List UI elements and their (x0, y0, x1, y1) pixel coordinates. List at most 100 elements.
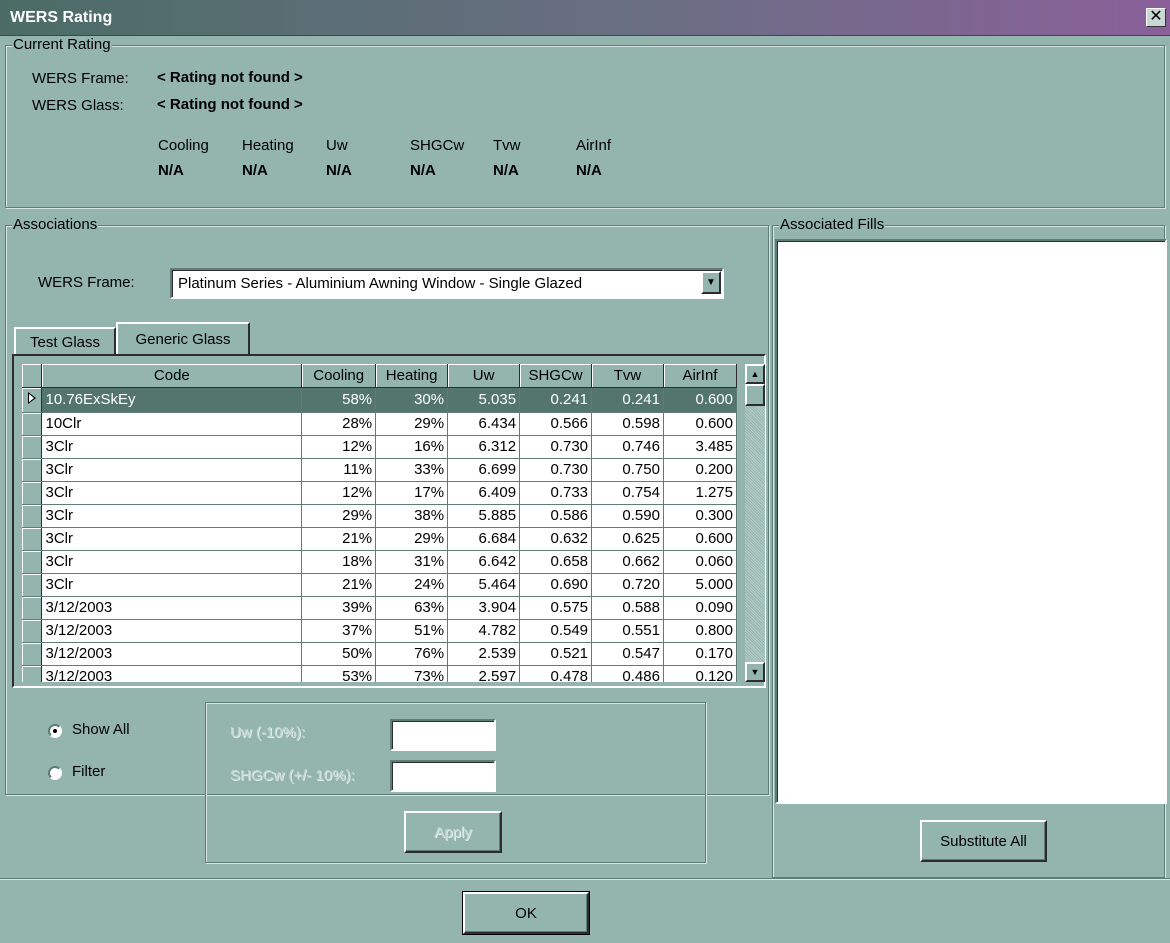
show-all-radio[interactable] (48, 724, 62, 738)
cell-airinf[interactable]: 0.060 (663, 550, 737, 574)
cell-cooling[interactable]: 29% (301, 504, 377, 528)
column-header-heating[interactable]: Heating (375, 364, 449, 388)
close-button[interactable]: ✕ (1146, 8, 1166, 27)
uw-filter-input[interactable] (390, 719, 496, 751)
cell-tvw[interactable]: 0.662 (591, 550, 664, 574)
cell-heating[interactable]: 51% (375, 619, 449, 643)
row-indicator[interactable] (22, 550, 43, 574)
column-header-code[interactable]: Code (41, 364, 303, 388)
shgc-filter-input[interactable] (390, 760, 496, 792)
cell-uw[interactable]: 6.409 (447, 481, 521, 505)
cell-airinf[interactable]: 1.275 (663, 481, 737, 505)
cell-shgcw[interactable]: 0.478 (519, 665, 593, 682)
apply-button[interactable]: Apply (404, 811, 502, 853)
cell-code[interactable]: 3Clr (41, 550, 303, 574)
cell-shgcw[interactable]: 0.632 (519, 527, 593, 551)
cell-heating[interactable]: 63% (375, 596, 449, 620)
table-row[interactable]: 10.76ExSkEy 58% 30% 5.035 0.241 0.241 0.600 (22, 387, 737, 413)
cell-airinf[interactable]: 5.000 (663, 573, 737, 597)
cell-tvw[interactable]: 0.750 (591, 458, 664, 482)
row-indicator[interactable] (22, 412, 43, 436)
cell-code[interactable]: 3/12/2003 (41, 619, 303, 643)
cell-code[interactable]: 3Clr (41, 435, 303, 459)
cell-tvw[interactable]: 0.241 (591, 387, 664, 413)
cell-shgcw[interactable]: 0.658 (519, 550, 593, 574)
cell-tvw[interactable]: 0.547 (591, 642, 664, 666)
cell-uw[interactable]: 3.904 (447, 596, 521, 620)
cell-shgcw[interactable]: 0.521 (519, 642, 593, 666)
cell-code[interactable]: 10.76ExSkEy (41, 387, 303, 413)
cell-uw[interactable]: 5.885 (447, 504, 521, 528)
cell-shgcw[interactable]: 0.733 (519, 481, 593, 505)
table-row[interactable]: 3Clr 29% 38% 5.885 0.586 0.590 0.300 (22, 504, 737, 528)
cell-heating[interactable]: 24% (375, 573, 449, 597)
row-indicator[interactable] (22, 619, 43, 643)
cell-airinf[interactable]: 0.200 (663, 458, 737, 482)
cell-cooling[interactable]: 37% (301, 619, 377, 643)
cell-uw[interactable]: 6.642 (447, 550, 521, 574)
cell-shgcw[interactable]: 0.730 (519, 435, 593, 459)
cell-cooling[interactable]: 11% (301, 458, 377, 482)
cell-uw[interactable]: 5.035 (447, 387, 521, 413)
dropdown-arrow-button[interactable]: ▼ (701, 271, 721, 294)
cell-heating[interactable]: 33% (375, 458, 449, 482)
cell-code[interactable]: 3/12/2003 (41, 665, 303, 682)
show-all-label[interactable]: Show All (72, 721, 130, 738)
cell-heating[interactable]: 38% (375, 504, 449, 528)
column-header-uw[interactable]: Uw (447, 364, 521, 388)
cell-cooling[interactable]: 12% (301, 435, 377, 459)
cell-code[interactable]: 3Clr (41, 573, 303, 597)
cell-airinf[interactable]: 0.600 (663, 412, 737, 436)
cell-shgcw[interactable]: 0.241 (519, 387, 593, 413)
cell-cooling[interactable]: 39% (301, 596, 377, 620)
cell-code[interactable]: 3/12/2003 (41, 642, 303, 666)
cell-heating[interactable]: 29% (375, 527, 449, 551)
row-indicator[interactable] (22, 665, 43, 682)
cell-airinf[interactable]: 0.170 (663, 642, 737, 666)
scroll-down-button[interactable]: ▼ (745, 662, 765, 682)
cell-airinf[interactable]: 0.600 (663, 387, 737, 413)
cell-shgcw[interactable]: 0.549 (519, 619, 593, 643)
cell-cooling[interactable]: 21% (301, 573, 377, 597)
cell-cooling[interactable]: 18% (301, 550, 377, 574)
cell-code[interactable]: 3Clr (41, 481, 303, 505)
cell-heating[interactable]: 29% (375, 412, 449, 436)
cell-tvw[interactable]: 0.590 (591, 504, 664, 528)
cell-cooling[interactable]: 21% (301, 527, 377, 551)
cell-shgcw[interactable]: 0.566 (519, 412, 593, 436)
cell-code[interactable]: 3/12/2003 (41, 596, 303, 620)
cell-cooling[interactable]: 50% (301, 642, 377, 666)
cell-code[interactable]: 3Clr (41, 527, 303, 551)
cell-airinf[interactable]: 0.120 (663, 665, 737, 682)
cell-code[interactable]: 3Clr (41, 504, 303, 528)
column-header-shgcw[interactable]: SHGCw (519, 364, 593, 388)
filter-label[interactable]: Filter (72, 763, 105, 780)
tab-test-glass[interactable]: Test Glass (14, 327, 116, 356)
row-indicator[interactable] (22, 573, 43, 597)
row-indicator[interactable] (22, 458, 43, 482)
column-header-cooling[interactable]: Cooling (301, 364, 377, 388)
row-indicator[interactable] (22, 435, 43, 459)
table-row[interactable]: 3Clr 21% 24% 5.464 0.690 0.720 5.000 (22, 573, 737, 597)
cell-tvw[interactable]: 0.720 (591, 573, 664, 597)
cell-shgcw[interactable]: 0.730 (519, 458, 593, 482)
cell-tvw[interactable]: 0.486 (591, 665, 664, 682)
cell-tvw[interactable]: 0.598 (591, 412, 664, 436)
cell-airinf[interactable]: 0.800 (663, 619, 737, 643)
scroll-thumb[interactable] (745, 384, 765, 406)
table-row[interactable]: 3Clr 12% 17% 6.409 0.733 0.754 1.275 (22, 481, 737, 505)
cell-cooling[interactable]: 53% (301, 665, 377, 682)
cell-uw[interactable]: 6.684 (447, 527, 521, 551)
row-indicator[interactable] (22, 642, 43, 666)
cell-tvw[interactable]: 0.588 (591, 596, 664, 620)
row-indicator[interactable] (22, 387, 43, 413)
table-row[interactable]: 3Clr 21% 29% 6.684 0.632 0.625 0.600 (22, 527, 737, 551)
cell-code[interactable]: 3Clr (41, 458, 303, 482)
cell-shgcw[interactable]: 0.575 (519, 596, 593, 620)
row-indicator[interactable] (22, 527, 43, 551)
cell-uw[interactable]: 2.597 (447, 665, 521, 682)
table-row[interactable]: 3Clr 18% 31% 6.642 0.658 0.662 0.060 (22, 550, 737, 574)
cell-cooling[interactable]: 12% (301, 481, 377, 505)
cell-uw[interactable]: 2.539 (447, 642, 521, 666)
table-row[interactable]: 3/12/2003 53% 73% 2.597 0.478 0.486 0.120 (22, 665, 737, 682)
